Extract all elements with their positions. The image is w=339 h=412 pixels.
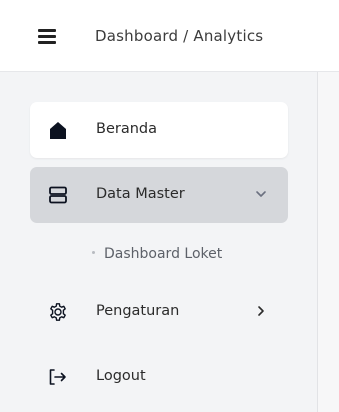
sidebar: Beranda Data Master Dashboard Loket Peng… bbox=[0, 72, 318, 412]
submenu-item-dashboard-loket[interactable]: Dashboard Loket bbox=[92, 246, 222, 262]
sidebar-item-label: Logout bbox=[96, 368, 146, 384]
sidebar-item-beranda[interactable]: Beranda bbox=[30, 102, 288, 158]
sidebar-item-logout[interactable]: Logout bbox=[30, 349, 288, 405]
sidebar-item-label: Pengaturan bbox=[96, 303, 180, 319]
sidebar-item-label: Beranda bbox=[96, 121, 157, 137]
top-bar: Dashboard / Analytics bbox=[0, 0, 339, 72]
content-area-edge bbox=[318, 72, 339, 412]
home-icon bbox=[50, 122, 66, 139]
hamburger-icon[interactable] bbox=[36, 26, 58, 46]
sidebar-item-data-master[interactable]: Data Master bbox=[30, 167, 288, 223]
chevron-down-icon[interactable] bbox=[254, 187, 268, 201]
submenu-item-label: Dashboard Loket bbox=[104, 246, 223, 262]
logout-icon bbox=[49, 369, 66, 385]
sidebar-item-pengaturan[interactable]: Pengaturan bbox=[30, 284, 288, 340]
bullet-dot bbox=[92, 250, 95, 254]
chevron-right-icon[interactable] bbox=[254, 304, 268, 318]
gear-icon bbox=[50, 303, 66, 321]
server-icon bbox=[49, 186, 67, 204]
sidebar-item-label: Data Master bbox=[96, 186, 185, 202]
breadcrumb: Dashboard / Analytics bbox=[95, 27, 264, 45]
